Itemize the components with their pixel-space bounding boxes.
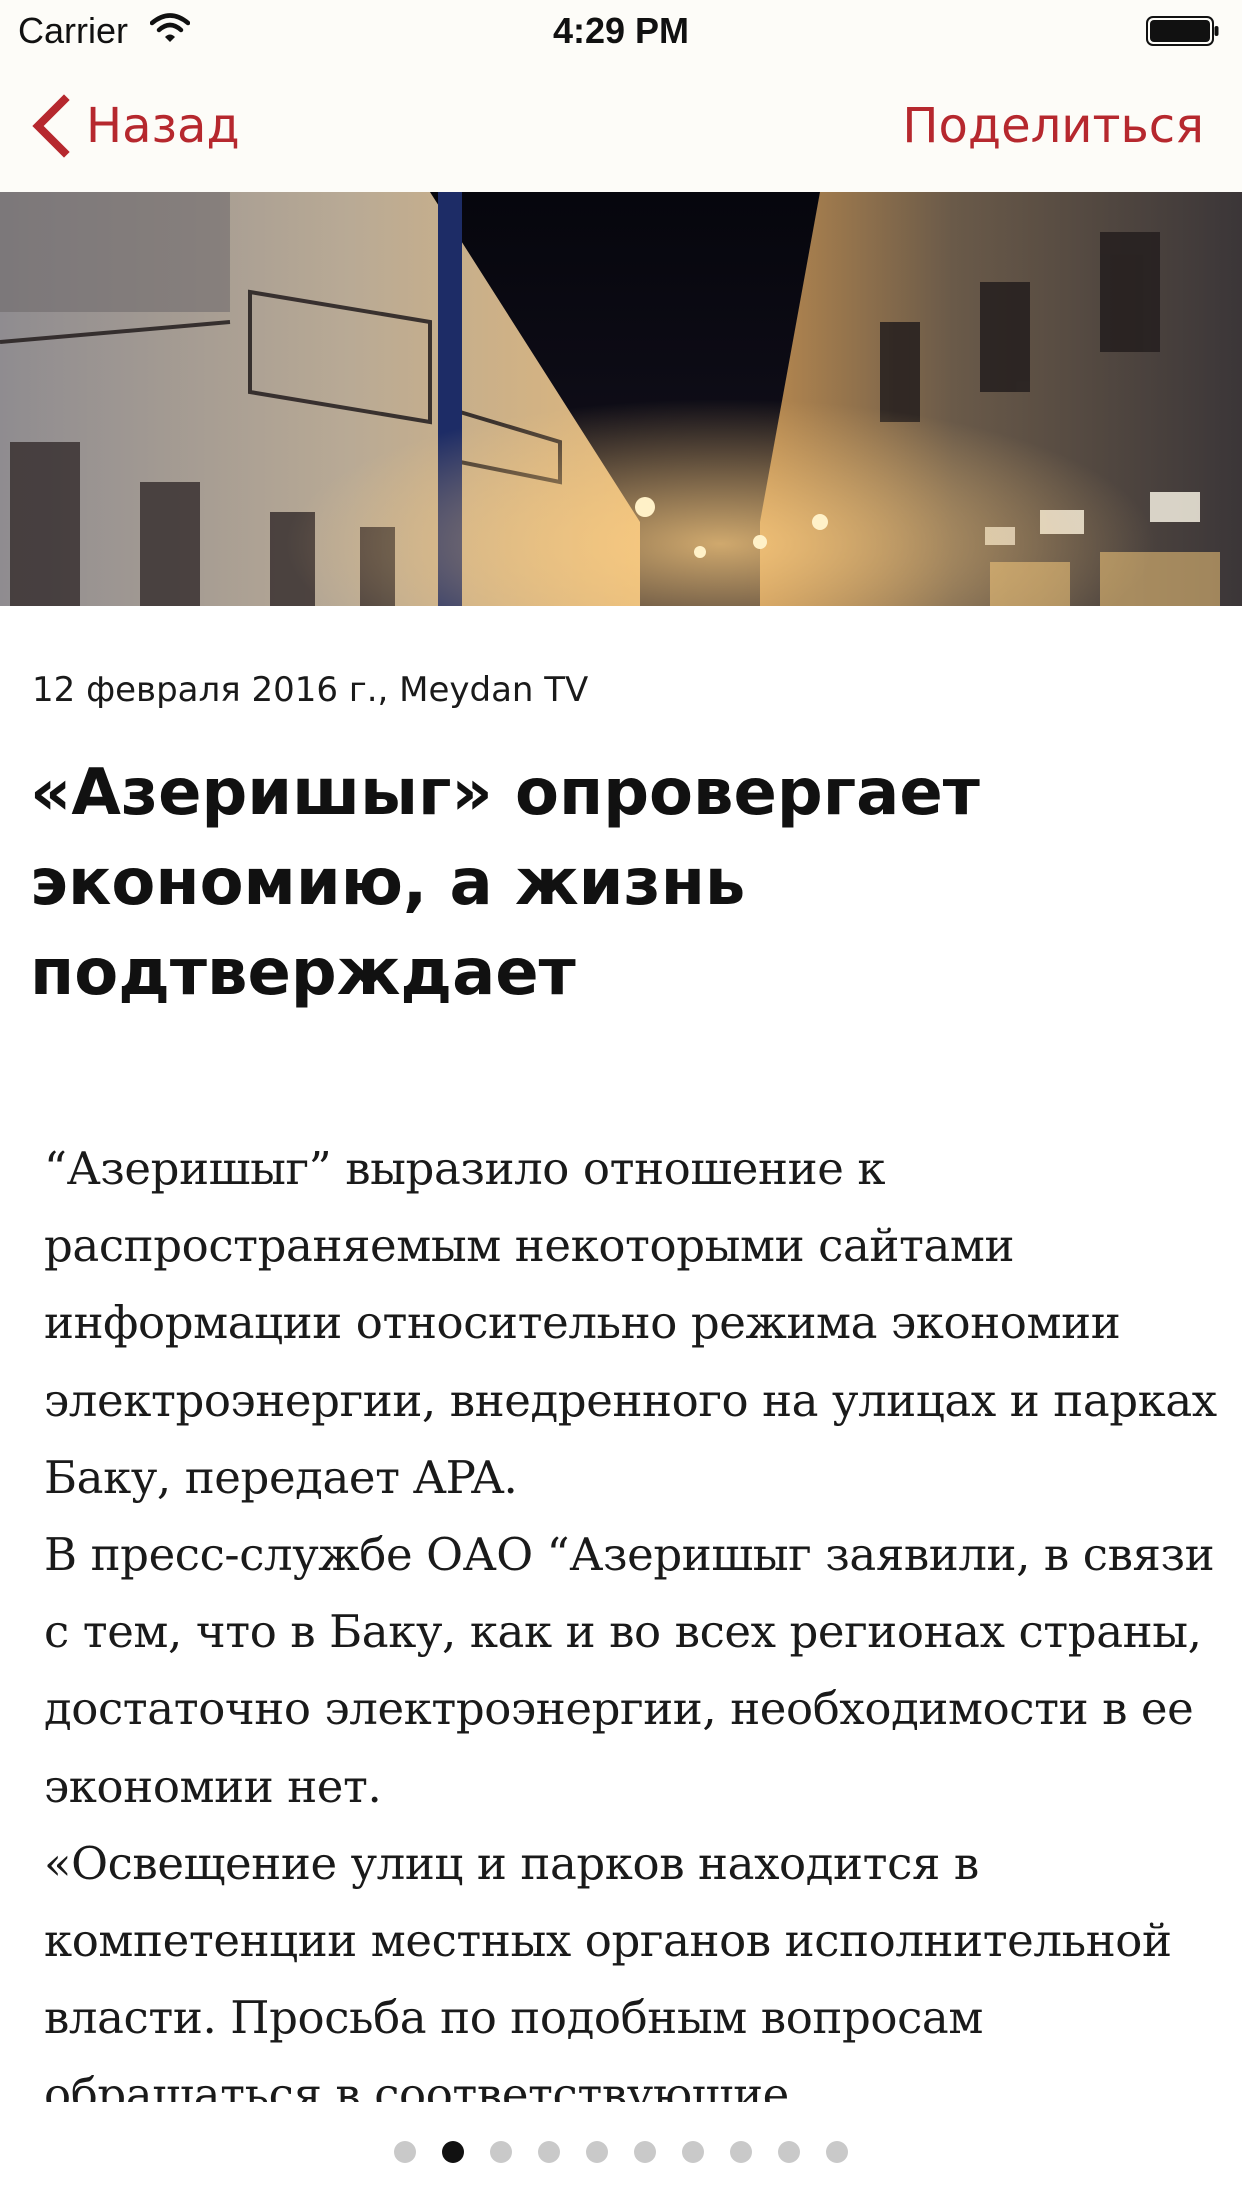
status-time: 4:29 PM	[552, 10, 690, 51]
article-body-scroll[interactable]: “Азеришыг” выразило отношение к распрост…	[44, 1130, 1224, 2102]
article-body: “Азеришыг” выразило отношение к распрост…	[44, 1130, 1224, 2102]
status-bar: Carrier 4:29 PM	[0, 0, 1242, 62]
share-button[interactable]: Поделиться	[902, 90, 1204, 162]
page-dot[interactable]	[538, 2141, 560, 2163]
page-dot[interactable]	[586, 2141, 608, 2163]
article-date-source: 12 февраля 2016 г., Meydan TV	[32, 670, 589, 710]
page-dot[interactable]	[778, 2141, 800, 2163]
article-title: «Азеришыг» опровергает экономию, а жизнь…	[30, 756, 980, 1010]
back-label: Назад	[86, 98, 240, 154]
navigation-bar: Назад Поделиться	[0, 62, 1242, 192]
article-paragraph: В пресс-службе ОАО “Азеришыг заявили, в …	[44, 1528, 1215, 1813]
article-paragraph: «Освещение улиц и парков находится в ком…	[44, 1836, 1172, 2102]
article-paragraph: “Азеришыг” выразило отношение к распрост…	[44, 1142, 1217, 1504]
page-dot[interactable]	[634, 2141, 656, 2163]
page-dot-active[interactable]	[442, 2141, 464, 2163]
battery-icon	[1146, 16, 1219, 46]
page-dot[interactable]	[826, 2141, 848, 2163]
page-dot[interactable]	[730, 2141, 752, 2163]
chevron-left-icon	[32, 94, 70, 158]
page-dot[interactable]	[490, 2141, 512, 2163]
page-control[interactable]	[0, 2140, 1242, 2164]
page-dot[interactable]	[394, 2141, 416, 2163]
page-dot[interactable]	[682, 2141, 704, 2163]
article-screen: Carrier 4:29 PM Назад Поделиться 12 февр…	[0, 0, 1242, 2208]
night-street-photo	[0, 192, 1242, 606]
hero-photo[interactable]	[0, 192, 1242, 606]
back-button[interactable]: Назад	[30, 90, 240, 162]
